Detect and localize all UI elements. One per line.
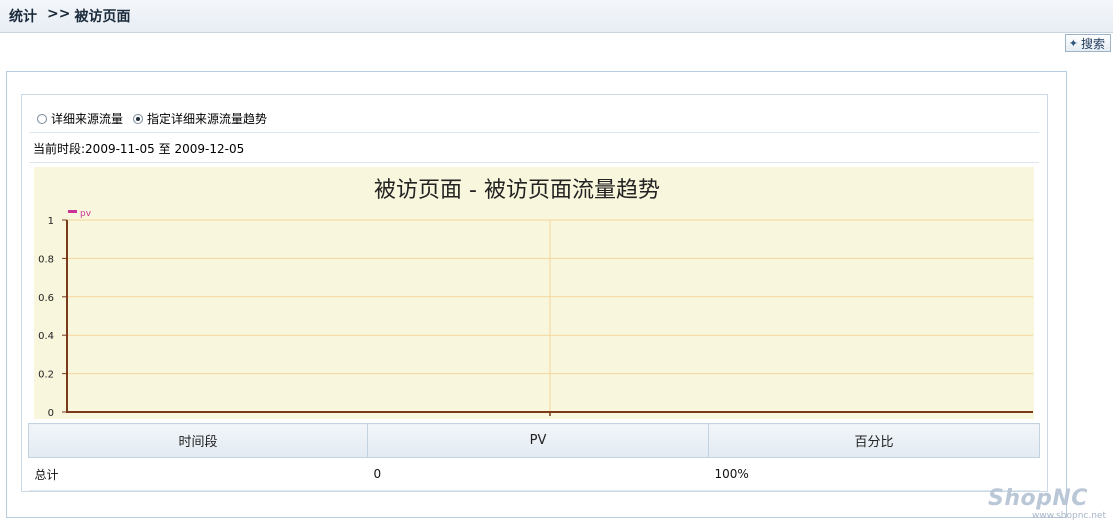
column-header-period: 时间段 <box>28 423 368 458</box>
breadcrumb: 统计 >> 被访页面 <box>9 6 130 26</box>
y-tick-label: 0 <box>48 408 54 419</box>
table-row: 总计 0 100% <box>28 457 1040 491</box>
column-header-pv: PV <box>367 423 709 458</box>
cell-period: 总计 <box>28 457 368 491</box>
breadcrumb-separator: >> <box>47 6 71 22</box>
radio-label-trend: 指定详细来源流量趋势 <box>147 112 268 126</box>
chart-title: 被访页面 - 被访页面流量趋势 <box>374 178 660 203</box>
radio-detailed-source-traffic[interactable]: 详细来源流量 <box>37 110 123 127</box>
y-tick-label: 0.8 <box>38 254 54 265</box>
legend-label-pv: pv <box>80 209 92 219</box>
traffic-trend-chart: 0 0.2 0.4 0.6 0.8 1 被访页面 - 被访页面流量趋势 pv <box>34 167 1034 419</box>
period-start: 2009-11-05 <box>85 142 155 156</box>
radio-detailed-source-trend[interactable]: 指定详细来源流量趋势 <box>133 110 267 127</box>
current-period: 当前时段:2009-11-05 至 2009-12-05 <box>33 140 244 157</box>
y-tick-label: 0.6 <box>38 293 54 304</box>
breadcrumb-root[interactable]: 统计 <box>9 6 37 26</box>
breadcrumb-current: 被访页面 <box>74 9 131 25</box>
radio-label-detailed: 详细来源流量 <box>51 112 124 126</box>
search-button[interactable]: ✦ 搜索 <box>1064 34 1111 52</box>
legend-swatch-pv <box>68 210 77 213</box>
plus-icon: ✦ <box>1068 36 1078 50</box>
radio-button-detailed[interactable] <box>37 113 47 124</box>
y-tick-label: 0.4 <box>38 331 54 342</box>
chart-background <box>34 167 1034 419</box>
top-bar: 统计 >> 被访页面 <box>0 0 1113 33</box>
view-mode-radio-group: 详细来源流量 指定详细来源流量趋势 <box>37 110 277 127</box>
logo-url: www.shopnc.net <box>1031 511 1106 521</box>
stats-table: 时间段 PV 百分比 总计 0 100% <box>28 423 1040 491</box>
radio-button-trend[interactable] <box>133 113 144 124</box>
cell-pv: 0 <box>367 457 709 491</box>
shopnc-logo: ShopNC www.shopnc.net <box>988 488 1106 526</box>
divider <box>29 132 1039 133</box>
y-tick-label: 0.2 <box>38 370 54 381</box>
search-button-label: 搜索 <box>1080 36 1105 51</box>
column-header-percentage: 百分比 <box>708 423 1040 458</box>
logo-brand: ShopNC <box>988 486 1088 511</box>
period-end: 2009-12-05 <box>174 142 245 156</box>
period-label: 当前时段: <box>33 142 86 156</box>
period-to: 至 <box>158 142 171 156</box>
table-header-row: 时间段 PV 百分比 <box>28 423 1040 458</box>
y-tick-label: 1 <box>48 216 54 227</box>
divider <box>29 162 1039 163</box>
